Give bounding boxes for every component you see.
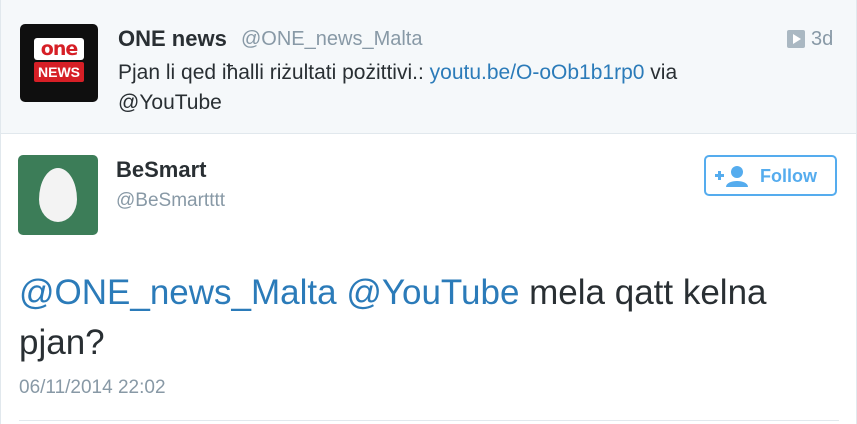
tweet-text: @ONE_news_Malta @YouTube mela qatt kelna… [19,268,839,368]
add-user-icon [715,166,748,187]
parent-author-name[interactable]: ONE news [118,26,227,52]
parent-tweet-text: Pjan li qed iħalli riżultati pożittivi.:… [118,58,808,118]
parent-author-handle[interactable]: @ONE_news_Malta [241,28,422,51]
divider [19,420,839,421]
mention-one-news[interactable]: @ONE_news_Malta [19,273,337,312]
tweet-frame: one NEWS ONE news @ONE_news_Malta 3d Pja… [0,0,857,424]
tweet-timestamp[interactable]: 06/11/2014 22:02 [19,377,166,399]
egg-avatar-icon [39,168,77,222]
author-avatar[interactable] [18,155,98,235]
author-name[interactable]: BeSmart [116,157,206,183]
parent-text-via: via [644,61,678,84]
follow-label: Follow [760,166,817,186]
news-logo-text: NEWS [34,62,84,82]
parent-youtube-link[interactable]: youtu.be/O-oOb1b1rp0 [430,61,645,84]
parent-tweet[interactable]: one NEWS ONE news @ONE_news_Malta 3d Pja… [1,0,856,134]
author-handle[interactable]: @BeSmartttt [116,190,225,212]
mention-youtube[interactable]: @YouTube [346,273,519,312]
follow-button[interactable]: Follow [704,155,837,196]
parent-youtube-mention[interactable]: @YouTube [118,91,222,114]
one-logo-text: one [34,38,84,60]
media-play-icon [787,30,805,48]
parent-text-body: Pjan li qed iħalli riżultati pożittivi.: [118,61,430,84]
parent-tweet-time[interactable]: 3d [811,28,833,51]
one-news-avatar[interactable]: one NEWS [20,24,98,102]
